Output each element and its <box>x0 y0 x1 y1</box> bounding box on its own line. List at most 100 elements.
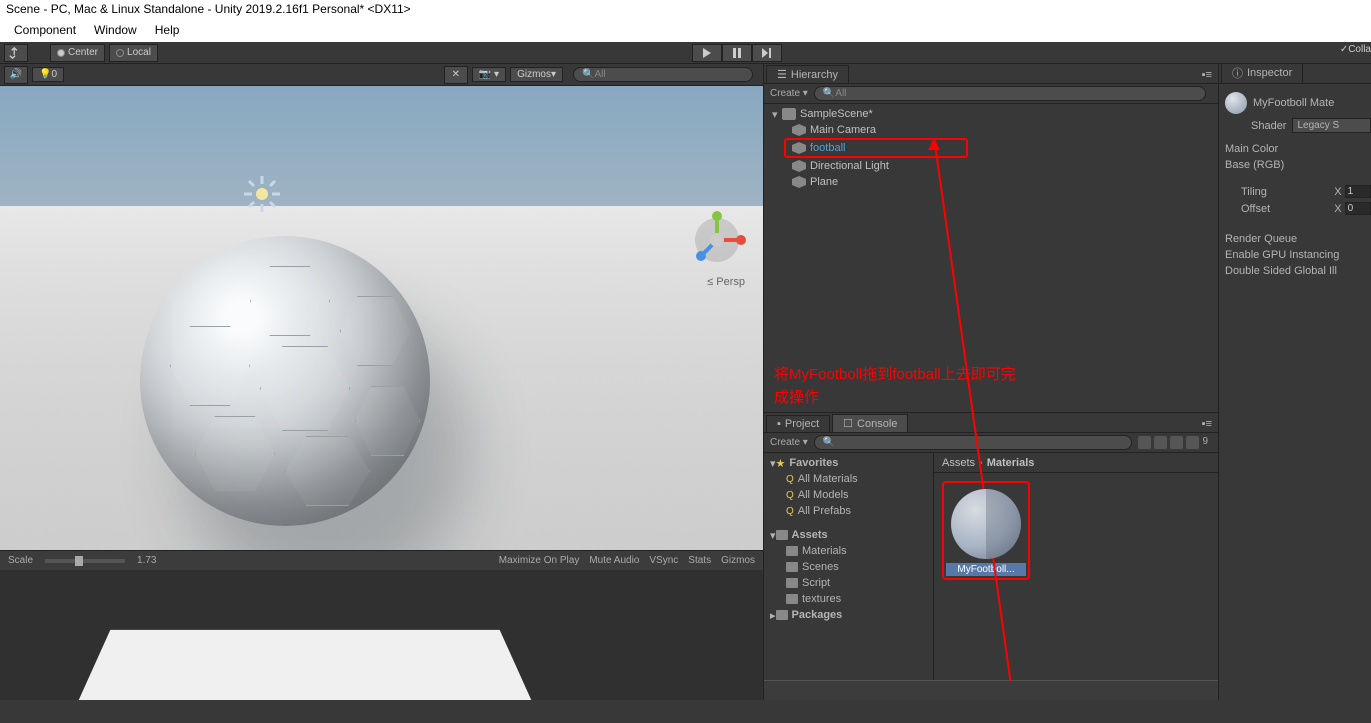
game-floor <box>65 630 545 700</box>
inspector-tabbar: ⓘ Inspector <box>1219 64 1371 84</box>
hierarchy-item-plane[interactable]: Plane <box>764 174 1218 190</box>
instruction-annotation: 将MyFootboll拖到football上去即可完 成操作 <box>774 364 1016 409</box>
menu-bar: Component Window Help <box>0 20 1371 42</box>
hierarchy-item-light[interactable]: Directional Light <box>764 158 1218 174</box>
project-create-dropdown[interactable]: Create ▾ <box>770 437 808 448</box>
scene-toolbar: 🔊 💡 0 ✕ 📷 ▾ Gizmos ▾ 🔍All <box>0 64 763 86</box>
unity-icon <box>782 108 796 120</box>
filter-icon[interactable] <box>1138 436 1151 449</box>
game-viewport[interactable] <box>0 570 763 700</box>
folder-scenes[interactable]: Scenes <box>764 559 933 575</box>
step-button[interactable] <box>752 44 782 62</box>
audio-icon[interactable]: 🔊 <box>4 66 28 84</box>
hierarchy-search[interactable]: 🔍All <box>814 86 1206 101</box>
play-button[interactable] <box>692 44 722 62</box>
panel-options-icon[interactable]: ▪≡ <box>1196 67 1218 83</box>
material-preview-icon <box>951 489 1021 559</box>
double-sided-label: Double Sided Global Ill <box>1225 265 1337 277</box>
perspective-label[interactable]: ≤ Persp <box>707 276 745 288</box>
main-toolbar: Center Local ✓ Colla <box>0 42 1371 64</box>
menu-component[interactable]: Component <box>14 23 76 39</box>
fav-all-materials[interactable]: QAll Materials <box>764 471 933 487</box>
lighting-dropdown[interactable]: 💡 0 <box>32 67 64 82</box>
hierarchy-tab[interactable]: ☰ Hierarchy <box>766 65 849 83</box>
packages-row[interactable]: ▸Packages <box>764 607 933 623</box>
gameobject-icon <box>792 176 806 188</box>
inspector-panel: ⓘ Inspector MyFootboll Mate Shader Legac… <box>1218 64 1371 700</box>
tiling-label: Tiling <box>1241 186 1334 198</box>
tiling-x-field[interactable]: 1 <box>1345 185 1371 198</box>
orientation-gizmo[interactable] <box>683 206 751 274</box>
project-filter-icons: 9 <box>1138 436 1212 449</box>
inspector-body: MyFootboll Mate Shader Legacy S Main Col… <box>1219 84 1371 283</box>
console-tab[interactable]: ☐ Console <box>832 414 908 432</box>
settings-icon[interactable]: ✕ <box>444 66 468 84</box>
annotation-arrowhead <box>928 138 940 150</box>
label-icon[interactable] <box>1154 436 1167 449</box>
hand-tool-button[interactable] <box>4 44 28 62</box>
gameobject-icon <box>792 160 806 172</box>
gizmos-dropdown[interactable]: Gizmos ▾ <box>510 67 563 82</box>
camera-dropdown[interactable]: 📷 ▾ <box>472 67 506 82</box>
favorites-row[interactable]: ▾★Favorites <box>764 455 933 471</box>
menu-window[interactable]: Window <box>94 23 137 39</box>
menu-help[interactable]: Help <box>155 23 180 39</box>
game-gizmos-toggle[interactable]: Gizmos <box>721 555 755 566</box>
fav-all-models[interactable]: QAll Models <box>764 487 933 503</box>
folder-script[interactable]: Script <box>764 575 933 591</box>
fav-all-prefabs[interactable]: QAll Prefabs <box>764 503 933 519</box>
x-label: X <box>1334 203 1341 215</box>
folder-icon <box>786 546 798 556</box>
game-status-bar: Scale 1.73 Maximize On Play Mute Audio V… <box>0 550 763 570</box>
assets-row[interactable]: ▾Assets <box>764 527 933 543</box>
panel-options-icon[interactable]: ▪≡ <box>1196 416 1218 432</box>
project-asset-grid: Assets › Materials MyFootboll... <box>934 453 1218 680</box>
scene-search[interactable]: 🔍All <box>573 67 753 82</box>
pivot-center-toggle[interactable]: Center <box>50 44 105 62</box>
folder-icon <box>776 530 788 540</box>
visibility-icon[interactable] <box>1186 436 1199 449</box>
scene-row[interactable]: ▾SampleScene* <box>764 106 1218 122</box>
folder-textures[interactable]: textures <box>764 591 933 607</box>
material-name: MyFootboll Mate <box>1253 97 1334 109</box>
pivot-local-toggle[interactable]: Local <box>109 44 158 62</box>
hierarchy-tree: ▾SampleScene* Main Camera football Direc… <box>764 104 1218 412</box>
folder-icon <box>786 578 798 588</box>
main-color-label: Main Color <box>1225 143 1278 155</box>
maximize-toggle[interactable]: Maximize On Play <box>499 555 580 566</box>
search-icon: Q <box>786 490 794 501</box>
vsync-toggle[interactable]: VSync <box>649 555 678 566</box>
project-search[interactable]: 🔍 <box>814 435 1133 450</box>
hierarchy-item-camera[interactable]: Main Camera <box>764 122 1218 138</box>
highlight-annotation: football <box>784 138 968 158</box>
directional-light-gizmo <box>242 174 282 214</box>
x-label: X <box>1334 186 1341 198</box>
scale-value: 1.73 <box>137 555 156 566</box>
breadcrumb-assets[interactable]: Assets <box>942 457 975 469</box>
breadcrumb-current[interactable]: Materials <box>987 457 1035 469</box>
hierarchy-create-dropdown[interactable]: Create ▾ <box>770 88 808 99</box>
mute-toggle[interactable]: Mute Audio <box>589 555 639 566</box>
scene-panel: 🔊 💡 0 ✕ 📷 ▾ Gizmos ▾ 🔍All <box>0 64 763 700</box>
folder-materials[interactable]: Materials <box>764 543 933 559</box>
window-titlebar: Scene - PC, Mac & Linux Standalone - Uni… <box>0 0 1371 20</box>
offset-x-field[interactable]: 0 <box>1345 202 1371 215</box>
asset-label: MyFootboll... <box>946 563 1026 576</box>
project-breadcrumb: Assets › Materials <box>934 453 1218 473</box>
stats-toggle[interactable]: Stats <box>688 555 711 566</box>
scene-viewport[interactable]: ≤ Persp <box>0 86 763 550</box>
inspector-tab[interactable]: ⓘ Inspector <box>1221 64 1303 83</box>
scale-slider[interactable] <box>45 559 125 563</box>
hierarchy-subbar: Create ▾ 🔍All <box>764 84 1218 104</box>
count-badge: 9 <box>1202 436 1208 449</box>
highlight-annotation: MyFootboll... <box>942 481 1030 580</box>
asset-myfootboll[interactable]: MyFootboll... <box>942 481 1030 580</box>
mid-column: ☰ Hierarchy ▪≡ Create ▾ 🔍All ▾SampleScen… <box>763 64 1218 700</box>
shader-dropdown[interactable]: Legacy S <box>1292 118 1371 133</box>
project-tab[interactable]: ▪ Project <box>766 415 830 432</box>
pause-button[interactable] <box>722 44 752 62</box>
gpu-instancing-label: Enable GPU Instancing <box>1225 249 1339 261</box>
star-icon[interactable] <box>1170 436 1183 449</box>
gameobject-icon <box>792 142 806 154</box>
collab-button[interactable]: ✓ Colla <box>1340 44 1371 55</box>
